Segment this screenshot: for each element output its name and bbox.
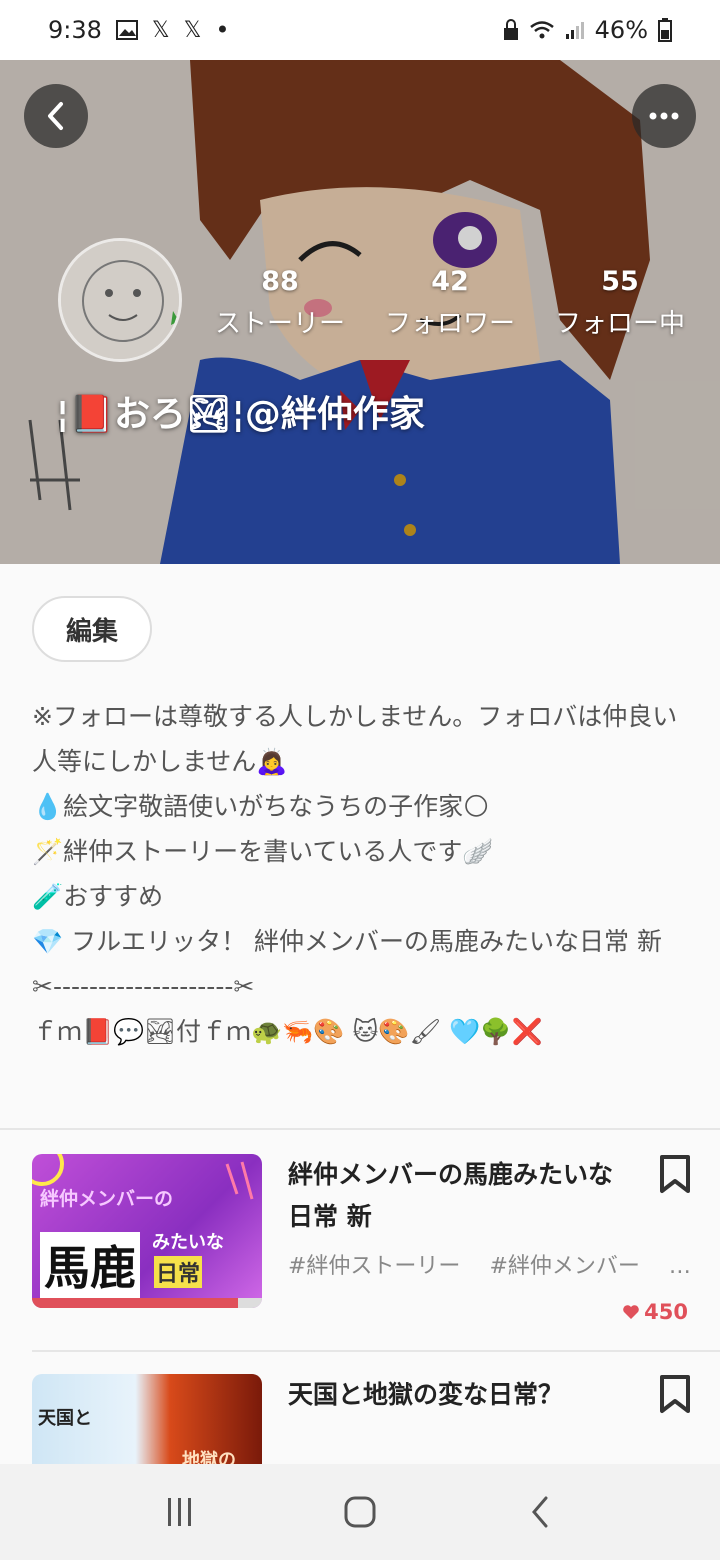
profile-display-name: ¦📕おろ🏞¦@絆仲作家 (56, 394, 425, 435)
thumbnail-text-1: 絆仲メンバーの (40, 1188, 174, 1210)
bio-line: 🪄絆仲ストーリーを書いている人です🪽 (32, 837, 494, 866)
profile-bio: ※フォローは尊敬する人しかしません。フォロバは仲良い人等にしかしません🙇‍♀️ … (32, 694, 692, 1054)
thumbnail-text-3: みたいな (152, 1232, 224, 1253)
tag-more: … (668, 1254, 691, 1279)
story-tags: #絆仲ストーリー #絆仲メンバー … (288, 1248, 691, 1280)
signal-icon (565, 22, 584, 39)
dot-icon: • (215, 16, 230, 44)
story-thumbnail[interactable]: 絆仲メンバーの 馬鹿 みたいな 日常 (32, 1154, 262, 1308)
stat-followers[interactable]: 42 フォロワー (370, 266, 530, 340)
x-icon: 𝕏 (151, 17, 170, 43)
battery-percent: 46% (594, 16, 648, 44)
x-icon: 𝕏 (183, 17, 202, 43)
status-bar: 9:38 𝕏 𝕏 • 46% (0, 0, 720, 60)
thumbnail-text-2: 馬鹿 (40, 1232, 140, 1298)
stat-value: 42 (431, 266, 469, 297)
system-back-button[interactable] (510, 1482, 570, 1542)
bio-line: ※フォローは尊敬する人しかしません。フォロバは仲良い人等にしかしません🙇‍♀️ (32, 702, 678, 776)
stat-following[interactable]: 55 フォロー中 (540, 266, 700, 340)
bookmark-icon (660, 1155, 690, 1193)
heart-icon (623, 1305, 639, 1319)
image-icon (115, 20, 138, 40)
stat-label: フォロー中 (554, 309, 685, 339)
bookmark-button[interactable] (658, 1374, 692, 1414)
lock-icon (503, 19, 518, 40)
tag-link[interactable]: #絆仲メンバー (489, 1254, 639, 1279)
chevron-left-icon (48, 102, 63, 130)
thumbnail-text-1: 天国と (38, 1408, 92, 1429)
stat-value: 55 (601, 266, 639, 297)
like-value: 450 (644, 1300, 688, 1324)
edit-profile-button[interactable]: 編集 (32, 596, 152, 662)
bio-line: 🧪おすすめ (32, 882, 164, 911)
chevron-left-icon (532, 1496, 548, 1528)
stat-label: ストーリー (214, 309, 345, 339)
home-button[interactable] (330, 1482, 390, 1542)
recent-apps-button[interactable] (150, 1482, 210, 1542)
bio-line: 💧絵文字敬語使いがちなうちの子作家🌕 (32, 792, 490, 821)
story-item[interactable]: 絆仲メンバーの 馬鹿 みたいな 日常 絆仲メンバーの馬鹿みたいな日常 新 #絆仲… (32, 1154, 692, 1324)
home-icon (344, 1496, 376, 1528)
bookmark-button[interactable] (658, 1154, 692, 1194)
thumbnail-text-4: 日常 (154, 1256, 203, 1288)
more-options-button[interactable] (632, 84, 696, 148)
profile-header-image: 88 ストーリー 42 フォロワー 55 フォロー中 ¦📕おろ🏞¦@絆仲作家 (0, 60, 720, 564)
bio-line: ✂︎--------------------✂︎ (32, 972, 255, 1001)
avatar[interactable] (58, 238, 182, 362)
bio-line: 💎 フルエリッタ！ 絆仲メンバーの馬鹿みたいな日常 新 (32, 927, 662, 956)
battery-icon (658, 18, 672, 42)
like-count: 450 (622, 1300, 688, 1324)
bio-line: ｆｍ📕💬🏞付ｆｍ🐢🦐🎨 🐱🎨🖌 🩵🌳❌ (32, 1017, 543, 1046)
tag-link[interactable]: #絆仲ストーリー (288, 1254, 460, 1279)
stat-stories[interactable]: 88 ストーリー (200, 266, 360, 340)
more-horizontal-icon (649, 112, 679, 120)
bookmark-icon (660, 1375, 690, 1413)
stat-label: フォロワー (384, 309, 515, 339)
story-title[interactable]: 絆仲メンバーの馬鹿みたいな日常 新 (288, 1154, 618, 1238)
section-divider (0, 1128, 720, 1130)
system-nav-bar (0, 1464, 720, 1560)
story-divider (32, 1350, 720, 1352)
recents-icon (168, 1498, 191, 1526)
back-button[interactable] (24, 84, 88, 148)
profile-stats: 88 ストーリー 42 フォロワー 55 フォロー中 (200, 266, 700, 340)
story-title[interactable]: 天国と地獄の変な日常？ (288, 1374, 618, 1416)
stat-value: 88 (261, 266, 299, 297)
wifi-icon (529, 21, 554, 39)
status-time: 9:38 (48, 16, 102, 44)
